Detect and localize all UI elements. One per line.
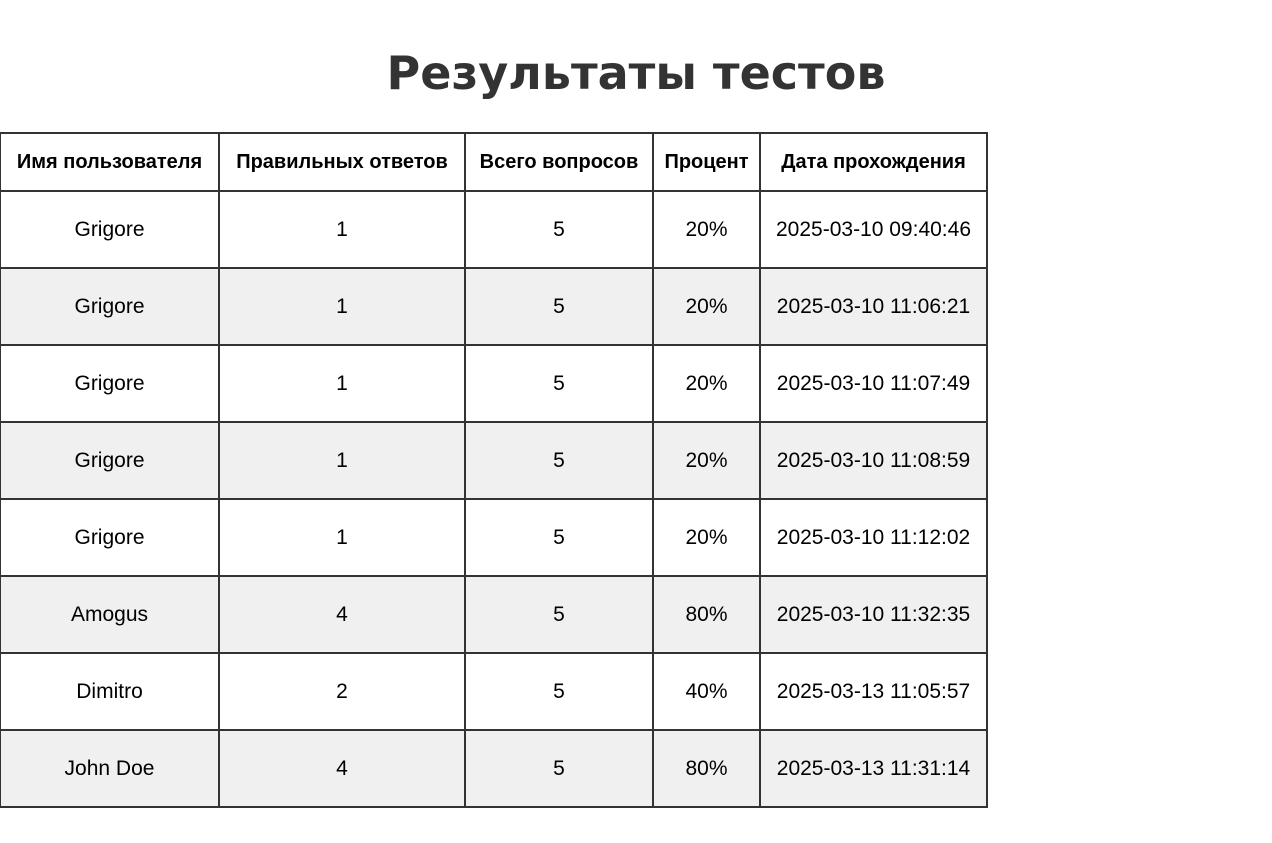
cell-date: 2025-03-13 11:05:57 [759,652,988,731]
cell-correct: 1 [218,421,466,500]
cell-date: 2025-03-10 11:32:35 [759,575,988,654]
cell-percent: 20% [652,344,761,423]
cell-total: 5 [464,267,654,346]
cell-date: 2025-03-13 11:31:14 [759,729,988,808]
cell-user: Dimitro [0,652,220,731]
table-row: Grigore 1 5 20% 2025-03-10 11:06:21 [0,267,988,346]
table-row: John Doe 4 5 80% 2025-03-13 11:31:14 [0,729,988,808]
cell-date: 2025-03-10 09:40:46 [759,190,988,269]
table-body: Grigore 1 5 20% 2025-03-10 09:40:46 Grig… [0,190,988,808]
header-percent: Процент [652,132,761,192]
header-row: Имя пользователя Правильных ответов Всег… [0,132,988,192]
cell-correct: 4 [218,729,466,808]
cell-correct: 1 [218,344,466,423]
cell-user: Grigore [0,498,220,577]
header-total-questions: Всего вопросов [464,132,654,192]
table-row: Dimitro 2 5 40% 2025-03-13 11:05:57 [0,652,988,731]
cell-user: Grigore [0,190,220,269]
cell-correct: 4 [218,575,466,654]
cell-date: 2025-03-10 11:07:49 [759,344,988,423]
cell-percent: 20% [652,498,761,577]
cell-user: John Doe [0,729,220,808]
header-user: Имя пользователя [0,132,220,192]
header-correct-answers: Правильных ответов [218,132,466,192]
cell-date: 2025-03-10 11:12:02 [759,498,988,577]
cell-total: 5 [464,190,654,269]
cell-correct: 2 [218,652,466,731]
header-date: Дата прохождения [759,132,988,192]
table-row: Amogus 4 5 80% 2025-03-10 11:32:35 [0,575,988,654]
table-row: Grigore 1 5 20% 2025-03-10 11:08:59 [0,421,988,500]
cell-total: 5 [464,498,654,577]
cell-percent: 20% [652,190,761,269]
table-header: Имя пользователя Правильных ответов Всег… [0,132,988,192]
results-table: Имя пользователя Правильных ответов Всег… [0,132,988,808]
cell-percent: 20% [652,421,761,500]
cell-user: Amogus [0,575,220,654]
cell-date: 2025-03-10 11:08:59 [759,421,988,500]
cell-percent: 80% [652,729,761,808]
cell-correct: 1 [218,190,466,269]
cell-total: 5 [464,729,654,808]
cell-percent: 40% [652,652,761,731]
page-title: Результаты тестов [386,46,886,100]
cell-correct: 1 [218,498,466,577]
cell-total: 5 [464,575,654,654]
cell-total: 5 [464,344,654,423]
table-row: Grigore 1 5 20% 2025-03-10 11:12:02 [0,498,988,577]
cell-percent: 80% [652,575,761,654]
cell-total: 5 [464,652,654,731]
cell-percent: 20% [652,267,761,346]
cell-user: Grigore [0,421,220,500]
cell-correct: 1 [218,267,466,346]
cell-total: 5 [464,421,654,500]
cell-user: Grigore [0,267,220,346]
table-row: Grigore 1 5 20% 2025-03-10 11:07:49 [0,344,988,423]
cell-user: Grigore [0,344,220,423]
table-row: Grigore 1 5 20% 2025-03-10 09:40:46 [0,190,988,269]
cell-date: 2025-03-10 11:06:21 [759,267,988,346]
